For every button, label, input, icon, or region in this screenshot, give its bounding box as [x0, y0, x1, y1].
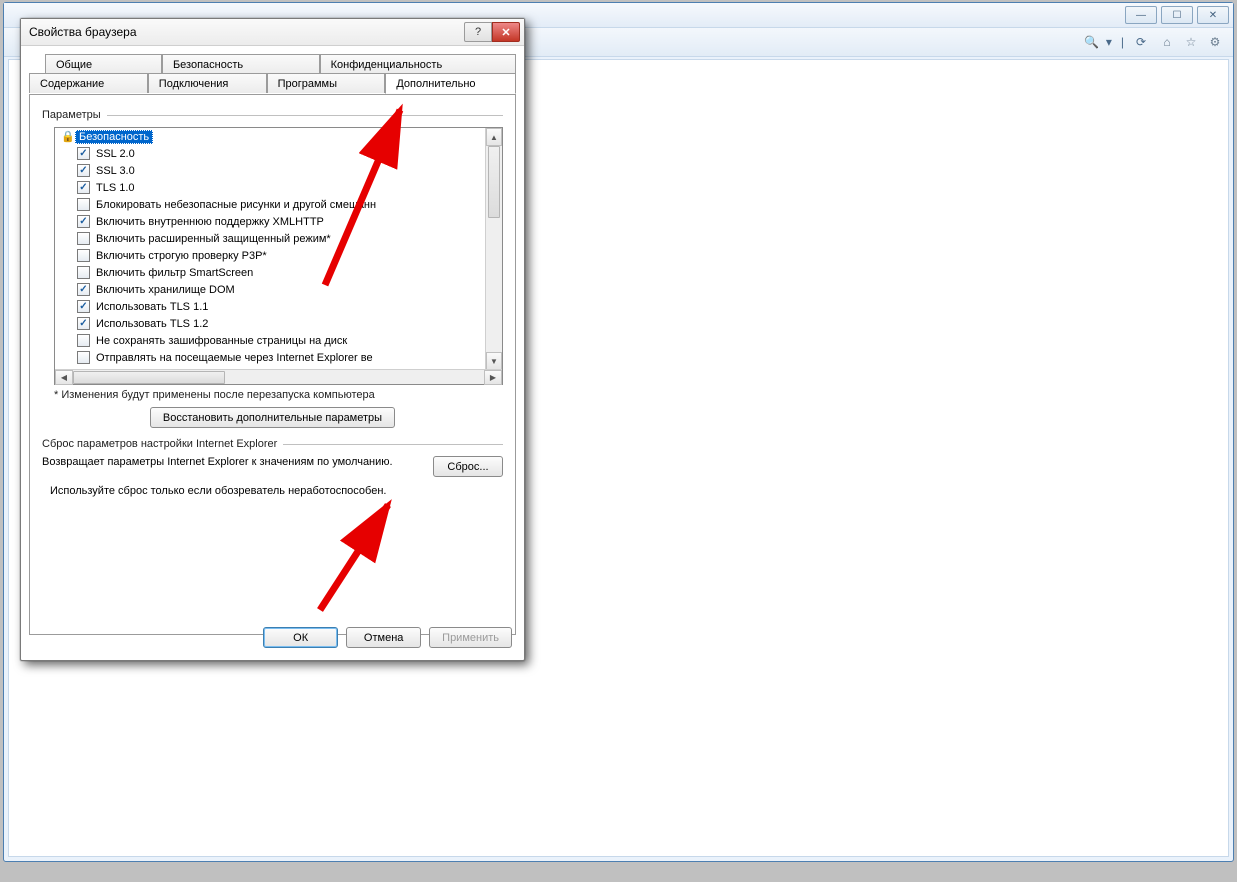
checkbox[interactable]: [77, 351, 90, 364]
reset-legend: Сброс параметров настройки Internet Expl…: [42, 438, 277, 450]
tab-privacy[interactable]: Конфиденциальность: [320, 54, 516, 74]
reset-warning: Используйте сброс только если обозревате…: [50, 485, 503, 497]
settings-item[interactable]: Использовать TLS 1.1: [55, 298, 486, 315]
settings-item-label: Использовать TLS 1.1: [96, 301, 208, 313]
gear-icon[interactable]: ⚙: [1207, 34, 1223, 50]
checkbox[interactable]: [77, 215, 90, 228]
checkbox[interactable]: [77, 164, 90, 177]
settings-item[interactable]: Отправлять на посещаемые через Internet …: [55, 349, 486, 366]
checkbox[interactable]: [77, 147, 90, 160]
checkbox[interactable]: [77, 317, 90, 330]
internet-options-dialog: Свойства браузера ? ✕ Общие Безопасность…: [20, 18, 525, 661]
scroll-down-button[interactable]: ▼: [486, 352, 502, 370]
settings-item[interactable]: Блокировать небезопасные рисунки и друго…: [55, 196, 486, 213]
dialog-title: Свойства браузера: [29, 25, 137, 39]
maximize-button[interactable]: ☐: [1161, 6, 1193, 24]
settings-item-label: Включить фильтр SmartScreen: [96, 267, 253, 279]
settings-item-label: Включить расширенный защищенный режим*: [96, 233, 331, 245]
restart-note: * Изменения будут применены после переза…: [54, 389, 503, 401]
cancel-button[interactable]: Отмена: [346, 627, 421, 648]
settings-item-label: Использовать TLS 1.2: [96, 318, 208, 330]
settings-item[interactable]: Включить расширенный защищенный режим*: [55, 230, 486, 247]
reset-description: Возвращает параметры Internet Explorer к…: [42, 456, 425, 468]
checkbox[interactable]: [77, 334, 90, 347]
close-dialog-button[interactable]: ✕: [492, 22, 520, 42]
close-window-button[interactable]: ✕: [1197, 6, 1229, 24]
scroll-thumb[interactable]: [488, 146, 500, 218]
apply-button: Применить: [429, 627, 512, 648]
scroll-left-button[interactable]: ◀: [55, 370, 73, 385]
settings-item[interactable]: Использовать TLS 1.2: [55, 315, 486, 332]
settings-item-label: Включить внутреннюю поддержку XMLHTTP: [96, 216, 324, 228]
tab-programs[interactable]: Программы: [267, 73, 386, 93]
tab-connections[interactable]: Подключения: [148, 73, 267, 93]
search-dropdown-icon: ▾: [1106, 35, 1112, 49]
reset-button[interactable]: Сброс...: [433, 456, 503, 477]
category-security[interactable]: 🔒 Безопасность: [55, 128, 486, 145]
settings-tree[interactable]: 🔒 Безопасность SSL 2.0 SSL 3.0 TLS 1.0 Блок…: [54, 127, 503, 385]
checkbox[interactable]: [77, 283, 90, 296]
settings-item[interactable]: Включить строгую проверку P3P*: [55, 247, 486, 264]
tab-content[interactable]: Содержание: [29, 73, 148, 93]
restore-defaults-button[interactable]: Восстановить дополнительные параметры: [150, 407, 395, 428]
settings-item[interactable]: Включить фильтр SmartScreen: [55, 264, 486, 281]
tab-security[interactable]: Безопасность: [162, 54, 320, 74]
settings-item-label: SSL 2.0: [96, 148, 135, 160]
settings-item[interactable]: TLS 1.0: [55, 179, 486, 196]
settings-item-label: Блокировать небезопасные рисунки и друго…: [96, 199, 376, 211]
settings-item-label: Включить строгую проверку P3P*: [96, 250, 267, 262]
favorites-icon[interactable]: ☆: [1183, 34, 1199, 50]
checkbox[interactable]: [77, 300, 90, 313]
checkbox[interactable]: [77, 249, 90, 262]
help-button[interactable]: ?: [464, 22, 492, 42]
tab-general[interactable]: Общие: [45, 54, 162, 74]
dialog-titlebar: Свойства браузера ? ✕: [21, 19, 524, 46]
settings-item[interactable]: Не сохранять зашифрованные страницы на д…: [55, 332, 486, 349]
checkbox[interactable]: [77, 198, 90, 211]
hscroll-thumb[interactable]: [73, 371, 225, 384]
settings-item[interactable]: SSL 3.0: [55, 162, 486, 179]
home-icon[interactable]: ⌂: [1159, 34, 1175, 50]
settings-item[interactable]: Включить внутреннюю поддержку XMLHTTP: [55, 213, 486, 230]
tab-advanced[interactable]: Дополнительно: [385, 73, 516, 94]
settings-legend: Параметры: [42, 109, 101, 121]
vertical-scrollbar[interactable]: ▲ ▼: [485, 128, 502, 370]
checkbox[interactable]: [77, 266, 90, 279]
ok-button[interactable]: ОК: [263, 627, 338, 648]
settings-item-label: TLS 1.0: [96, 182, 135, 194]
settings-item[interactable]: Включить хранилище DOM: [55, 281, 486, 298]
minimize-button[interactable]: ―: [1125, 6, 1157, 24]
settings-item[interactable]: SSL 2.0: [55, 145, 486, 162]
refresh-icon[interactable]: ⟳: [1133, 34, 1149, 50]
scroll-up-button[interactable]: ▲: [486, 128, 502, 146]
checkbox[interactable]: [77, 232, 90, 245]
horizontal-scrollbar[interactable]: ◀ ▶: [55, 369, 502, 384]
scroll-right-button[interactable]: ▶: [484, 370, 502, 385]
settings-item-label: Включить хранилище DOM: [96, 284, 235, 296]
settings-item-label: Отправлять на посещаемые через Internet …: [96, 352, 373, 364]
settings-item-label: SSL 3.0: [96, 165, 135, 177]
checkbox[interactable]: [77, 181, 90, 194]
advanced-tab-panel: Параметры 🔒 Безопасность SSL 2.0 SSL 3.0 T…: [29, 95, 516, 635]
settings-item-label: Не сохранять зашифрованные страницы на д…: [96, 335, 347, 347]
toolbar-search[interactable]: 🔍 ▾ | ⟳: [1084, 34, 1149, 50]
lock-icon: 🔒: [61, 130, 75, 143]
search-icon: 🔍: [1084, 34, 1100, 50]
